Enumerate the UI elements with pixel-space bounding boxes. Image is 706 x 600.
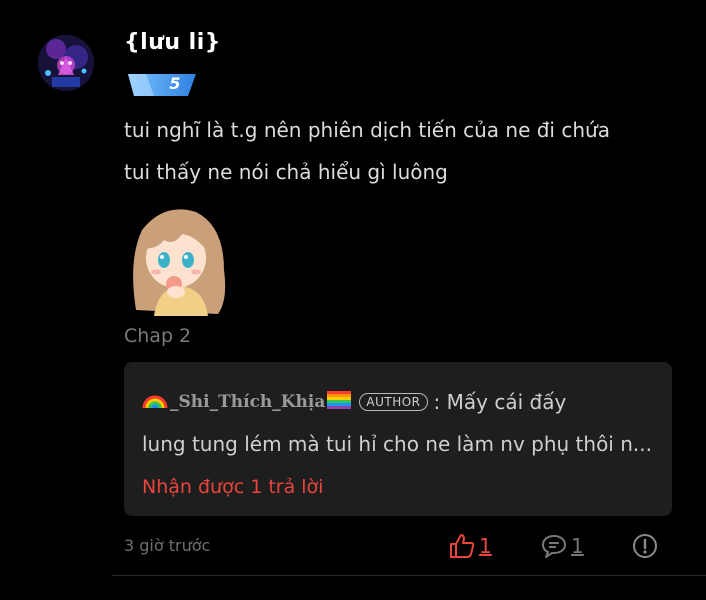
like-button[interactable]: 1 bbox=[448, 533, 492, 559]
sticker-image bbox=[124, 200, 234, 316]
reply-author-name[interactable]: _Shi_Thích_Khịa bbox=[170, 392, 325, 412]
reply-line-1: _Shi_Thích_Khịa AUTHOR : Mấy cái đấy bbox=[142, 388, 566, 415]
reply-line-2: lung tung lém mà tui hỉ cho ne làm nv ph… bbox=[142, 432, 652, 456]
level-number: 5 bbox=[169, 74, 181, 93]
timestamp: 3 giờ trước bbox=[124, 536, 211, 555]
comment-button[interactable]: 1 bbox=[540, 533, 584, 559]
rainbow-icon bbox=[142, 388, 168, 415]
level-badge bbox=[126, 72, 198, 98]
like-count: 1 bbox=[479, 534, 492, 558]
report-button[interactable] bbox=[632, 533, 658, 559]
comment-line-1: tui nghĩ là t.g nên phiên dịch tiến của … bbox=[124, 118, 610, 142]
comment-line-2: tui thấy ne nói chả hiểu gì luông bbox=[124, 160, 448, 184]
chapter-label[interactable]: Chap 2 bbox=[124, 325, 191, 347]
username[interactable]: {lưu li} bbox=[124, 30, 221, 55]
reply-text-start: : Mấy cái đấy bbox=[433, 389, 567, 414]
rainbow-flag-icon bbox=[327, 390, 352, 414]
divider bbox=[112, 575, 706, 576]
reply-preview[interactable]: _Shi_Thích_Khịa AUTHOR : Mấy cái đấy lun… bbox=[124, 362, 672, 516]
reply-count-link[interactable]: Nhận được 1 trả lời bbox=[142, 476, 323, 498]
comment-count: 1 bbox=[571, 534, 584, 558]
thumbs-up-icon bbox=[448, 533, 476, 559]
author-badge: AUTHOR bbox=[359, 392, 428, 411]
avatar[interactable] bbox=[38, 35, 94, 91]
chat-bubble-icon bbox=[540, 533, 568, 559]
alert-circle-icon bbox=[632, 533, 658, 559]
